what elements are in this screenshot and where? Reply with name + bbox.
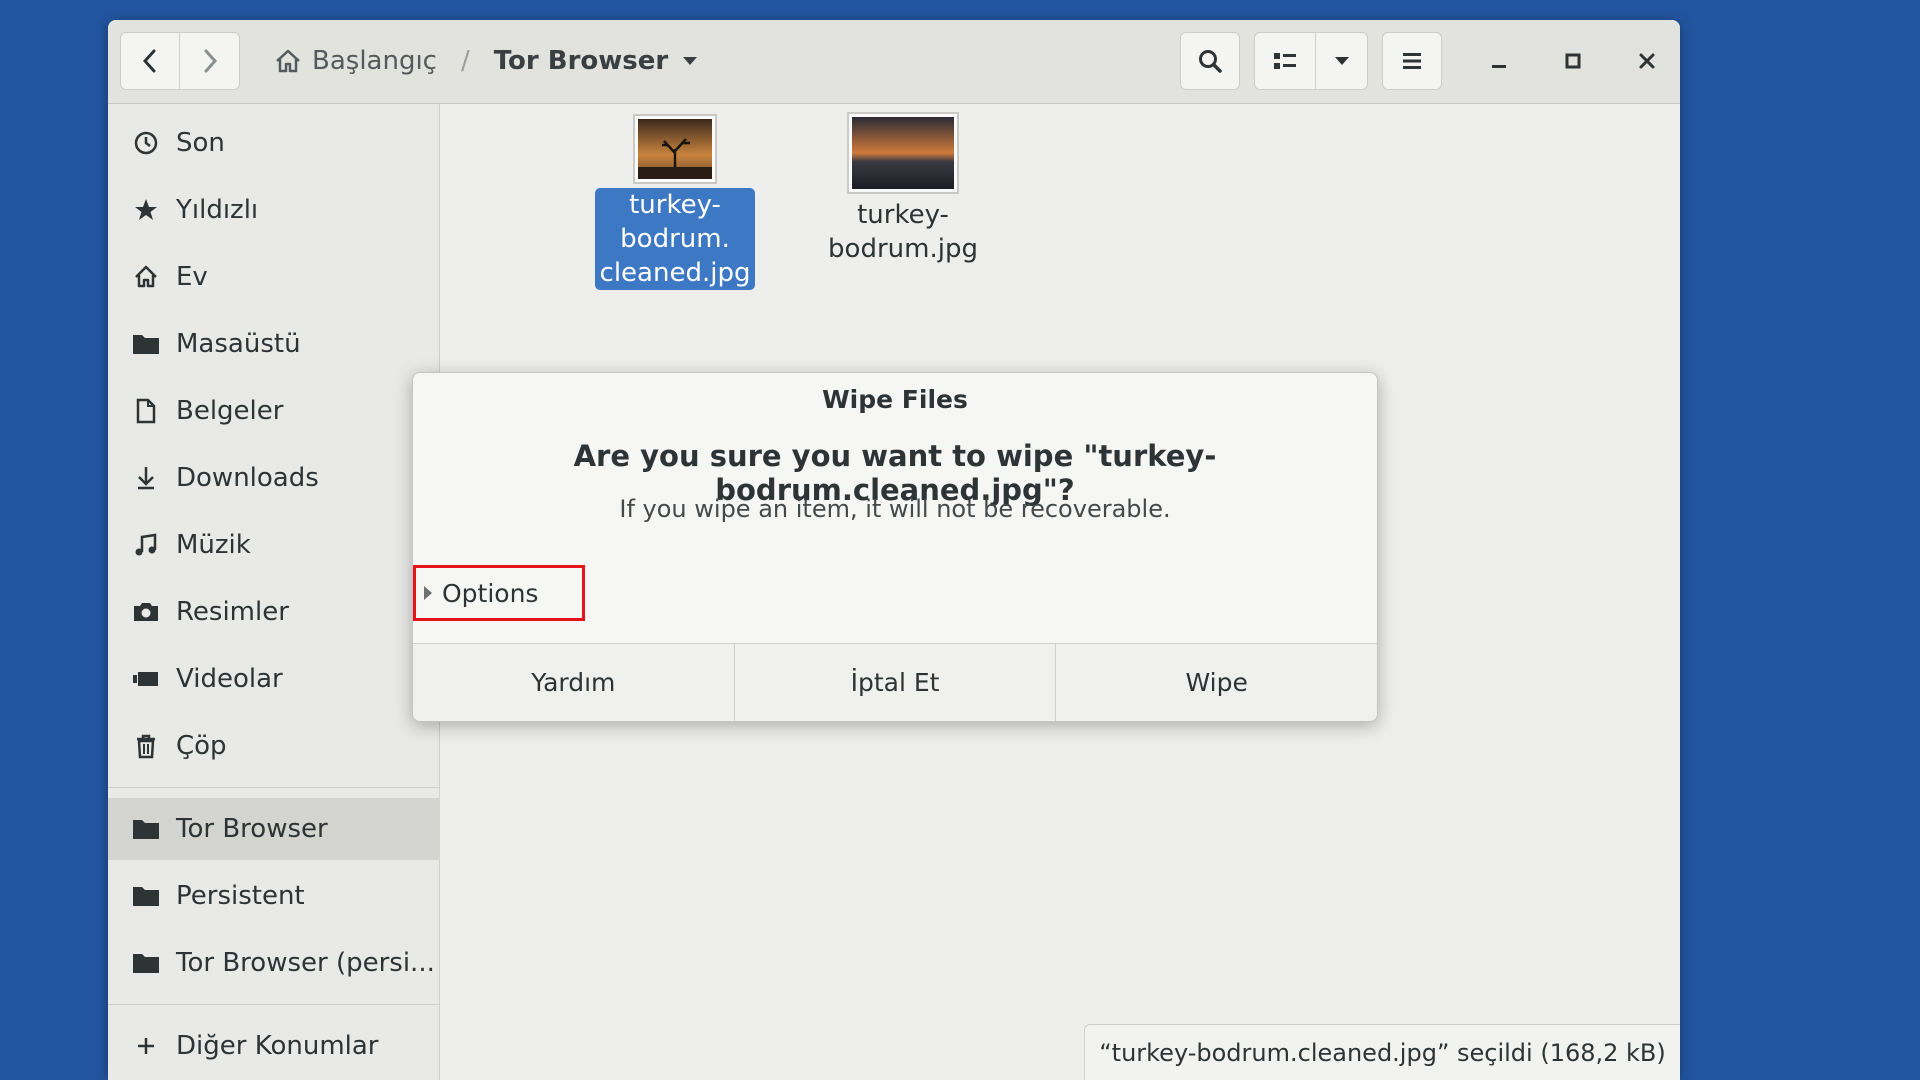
sidebar-item-yildizli[interactable]: Yıldızlı [108, 179, 440, 241]
wipe-button[interactable]: Wipe [1055, 644, 1378, 721]
options-label: Options [442, 578, 539, 608]
forward-button[interactable] [180, 32, 240, 90]
breadcrumb-home[interactable]: Başlangıç [274, 46, 437, 76]
sidebar-item-tor-browser-persistent[interactable]: Tor Browser (persi... [108, 932, 440, 994]
video-icon [132, 665, 160, 693]
sidebar-item-label: Tor Browser [176, 814, 328, 844]
sidebar-item-label: Resimler [176, 597, 289, 627]
close-button[interactable] [1618, 32, 1676, 90]
folder-icon [132, 330, 160, 358]
menu-button[interactable] [1382, 32, 1442, 90]
sidebar-item-label: Videolar [176, 664, 283, 694]
maximize-button[interactable] [1544, 32, 1602, 90]
breadcrumb-separator: / [460, 46, 470, 76]
sidebar-item-videolar[interactable]: Videolar [108, 648, 440, 710]
sidebar-item-label: Masaüstü [176, 329, 301, 359]
sidebar-divider [108, 787, 440, 788]
camera-icon [132, 598, 160, 626]
cancel-button[interactable]: İptal Et [733, 644, 1056, 721]
close-icon [1639, 53, 1655, 69]
sidebar-item-persistent[interactable]: Persistent [108, 865, 440, 927]
sidebar-item-resimler[interactable]: Resimler [108, 581, 440, 643]
file-name-line: turkey- [629, 190, 721, 220]
home-icon [132, 263, 160, 291]
minimize-button[interactable] [1470, 32, 1528, 90]
dialog-subtext: If you wipe an item, it will not be reco… [619, 495, 1171, 523]
sidebar-item-label: Downloads [176, 463, 319, 493]
sidebar-item-label: Persistent [176, 881, 305, 911]
back-button[interactable] [120, 32, 180, 90]
download-icon [132, 464, 160, 492]
folder-icon [132, 949, 160, 977]
home-icon [276, 49, 300, 73]
sidebar-item-masaustu[interactable]: Masaüstü [108, 313, 440, 375]
options-expander[interactable]: Options [413, 565, 585, 621]
breadcrumb: Başlangıç / Tor Browser [274, 32, 698, 90]
file-name-line: bodrum. [620, 224, 730, 254]
file-item[interactable]: turkey- bodrum.jpg [823, 112, 983, 266]
chevron-left-icon [142, 49, 156, 73]
image-thumbnail-icon [852, 117, 954, 189]
sidebar-item-label: Çöp [176, 731, 227, 761]
sidebar-item-label: Tor Browser (persi... [176, 948, 435, 978]
sidebar-item-label: Müzik [176, 530, 251, 560]
hamburger-menu-icon [1403, 53, 1421, 69]
breadcrumb-home-label: Başlangıç [312, 46, 437, 76]
plus-icon [132, 1032, 160, 1060]
image-thumbnail-icon [638, 119, 712, 179]
sidebar-divider [108, 1004, 440, 1005]
wipe-dialog: Wipe Files Are you sure you want to wipe… [412, 372, 1378, 722]
search-button[interactable] [1180, 32, 1240, 90]
view-options-button[interactable] [1316, 32, 1368, 90]
sidebar-item-label: Ev [176, 262, 208, 292]
folder-icon [132, 882, 160, 910]
breadcrumb-current-label: Tor Browser [493, 46, 669, 76]
chevron-down-icon [1334, 57, 1349, 65]
sidebar-item-label: Belgeler [176, 396, 284, 426]
sidebar-item-other-locations[interactable]: Diğer Konumlar [108, 1015, 440, 1077]
list-view-icon [1274, 53, 1296, 69]
folder-icon [132, 815, 160, 843]
music-icon [132, 531, 160, 559]
help-button[interactable]: Yardım [413, 644, 734, 721]
sidebar-item-muzik[interactable]: Müzik [108, 514, 440, 576]
status-bar: “turkey-bodrum.cleaned.jpg” seçildi (168… [1084, 1024, 1680, 1080]
chevron-down-icon [683, 57, 698, 65]
search-icon [1199, 50, 1222, 73]
chevron-right-icon [204, 49, 217, 73]
status-text: “turkey-bodrum.cleaned.jpg” seçildi (168… [1099, 1038, 1666, 1067]
file-name-line: bodrum.jpg [828, 234, 978, 264]
file-name: turkey- bodrum. cleaned.jpg [595, 188, 755, 290]
header-bar: Başlangıç / Tor Browser [108, 20, 1680, 104]
file-item[interactable]: turkey- bodrum. cleaned.jpg [595, 114, 755, 290]
sidebar-item-ev[interactable]: Ev [108, 246, 440, 308]
file-thumbnail [633, 114, 717, 184]
trash-icon [132, 732, 160, 760]
sidebar: Son Yıldızlı Ev Masaüstü Belgeler Downlo… [108, 104, 440, 1080]
document-icon [132, 397, 160, 425]
sidebar-item-label: Diğer Konumlar [176, 1031, 379, 1061]
sidebar-item-label: Yıldızlı [176, 195, 259, 225]
expander-arrow-icon [424, 586, 432, 600]
file-name-line: turkey- [857, 200, 949, 230]
breadcrumb-current[interactable]: Tor Browser [494, 46, 698, 76]
sidebar-item-tor-browser[interactable]: Tor Browser [108, 798, 440, 860]
sidebar-item-downloads[interactable]: Downloads [108, 447, 440, 509]
sidebar-item-label: Son [176, 128, 225, 158]
file-name: turkey- bodrum.jpg [823, 198, 983, 266]
dialog-button-row: Yardım İptal Et Wipe [413, 643, 1378, 721]
view-toggle-button[interactable] [1254, 32, 1316, 90]
sidebar-item-son[interactable]: Son [108, 112, 440, 174]
dialog-title: Wipe Files [822, 385, 968, 414]
file-name-line: cleaned.jpg [599, 258, 751, 288]
clock-icon [132, 129, 160, 157]
sidebar-item-cop[interactable]: Çöp [108, 715, 440, 777]
sidebar-item-belgeler[interactable]: Belgeler [108, 380, 440, 442]
maximize-icon [1565, 53, 1581, 69]
file-thumbnail [847, 112, 959, 194]
minimize-icon [1492, 65, 1506, 68]
star-icon [132, 196, 160, 224]
